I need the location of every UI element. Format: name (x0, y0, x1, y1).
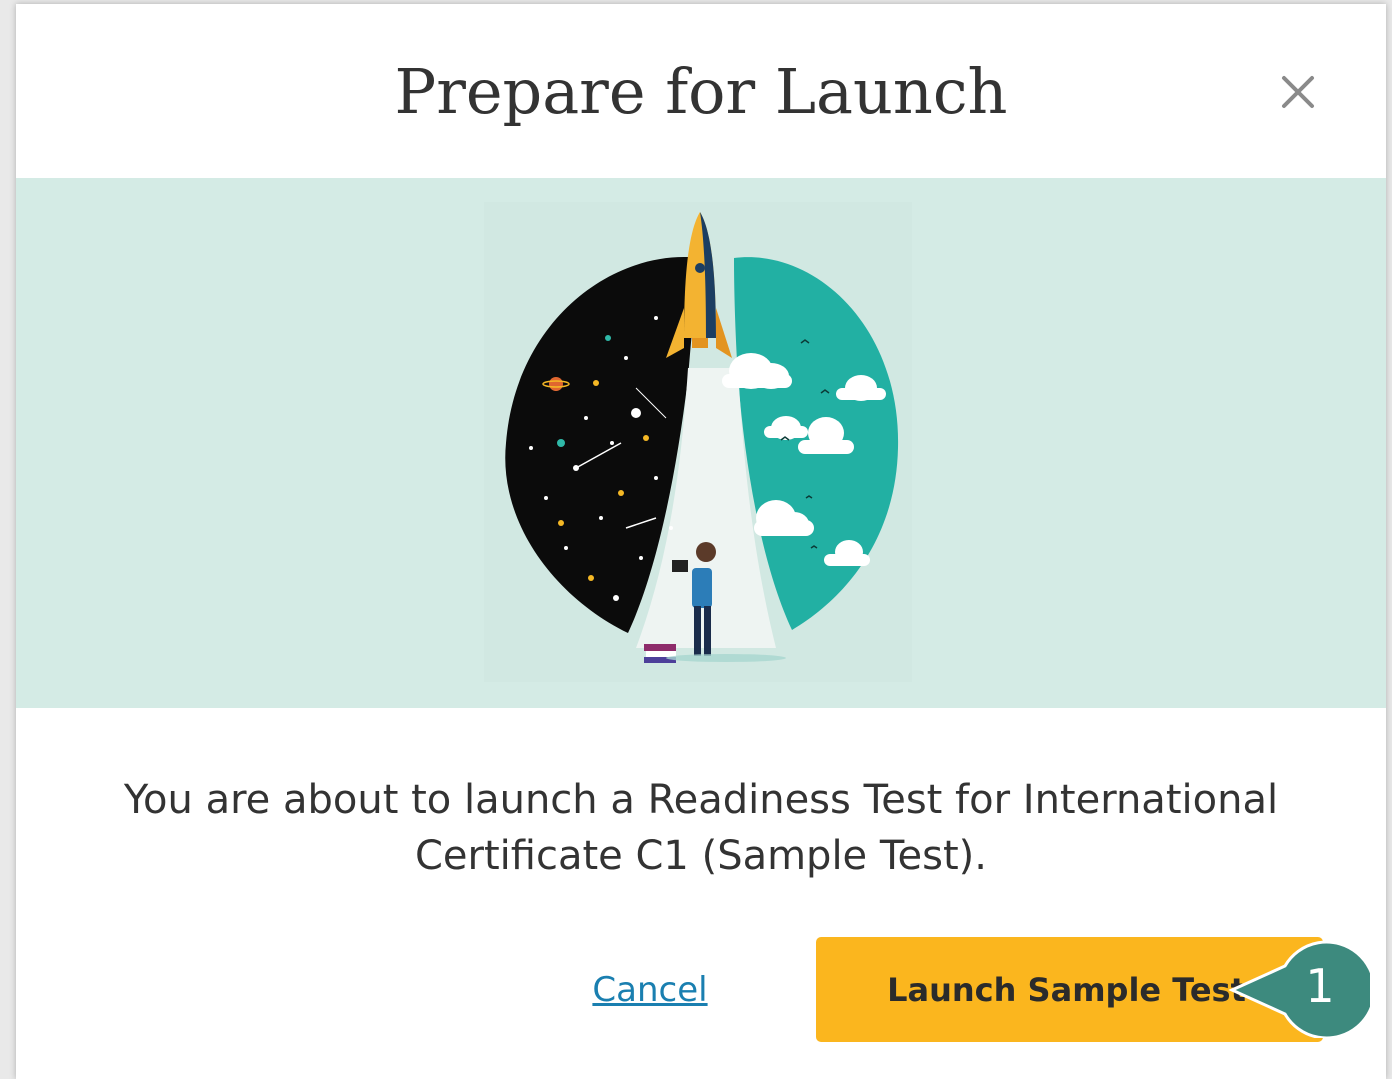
launch-message: You are about to launch a Readiness Test… (123, 777, 1279, 879)
launch-button-label: Launch Sample Test (887, 971, 1246, 1009)
callout-number: 1 (1305, 959, 1335, 1013)
hero-banner (16, 178, 1386, 708)
planet (549, 377, 563, 391)
dialog-header: Prepare for Launch (16, 4, 1386, 178)
cancel-link[interactable]: Cancel (576, 968, 724, 1012)
close-icon (1282, 76, 1314, 108)
rocket-launch-illustration (484, 202, 912, 682)
close-button[interactable] (1276, 70, 1320, 114)
dialog-title: Prepare for Launch (394, 55, 1008, 128)
launch-dialog: Prepare for Launch You are about to laun… (16, 4, 1386, 1079)
books (644, 644, 676, 663)
